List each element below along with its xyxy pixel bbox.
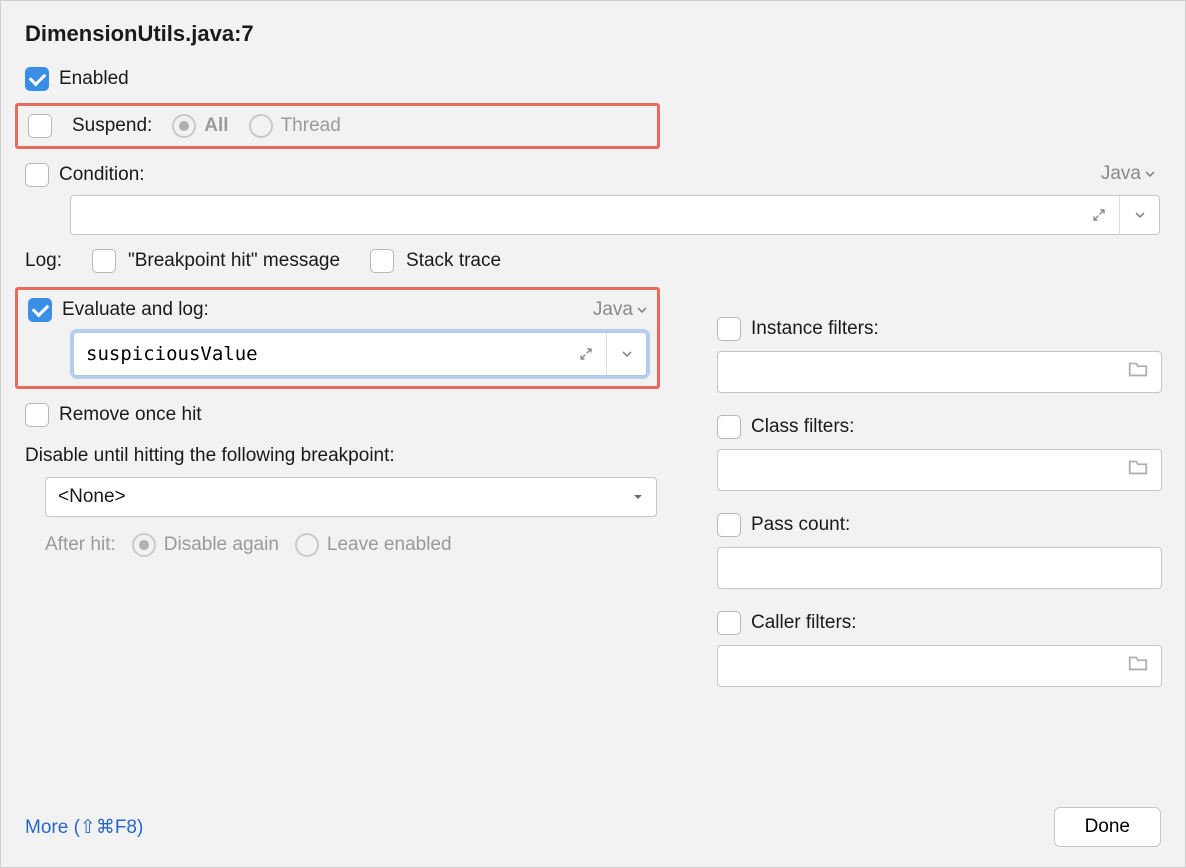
suspend-all-radio[interactable] [172,114,196,138]
condition-language-label: Java [1101,163,1141,185]
pass-count-row: Pass count: [717,513,1162,537]
class-filters-input[interactable] [717,449,1162,491]
caller-filters-checkbox[interactable] [717,611,741,635]
after-hit-disable-radio[interactable] [132,533,156,557]
browse-icon[interactable] [1127,456,1149,484]
after-hit-leave-radio[interactable] [295,533,319,557]
caller-filters-label: Caller filters: [751,612,857,634]
suspend-all-label: All [204,115,228,137]
expand-icon[interactable] [566,333,606,375]
disable-until-label: Disable until hitting the following brea… [25,445,697,467]
condition-input[interactable] [71,204,1079,226]
condition-row: Condition: Java [25,163,697,235]
more-link[interactable]: More (⇧⌘F8) [25,816,143,839]
after-hit-row: After hit: Disable again Leave enabled [45,533,697,557]
caller-filters-row: Caller filters: [717,611,1162,635]
instance-filters-input[interactable] [717,351,1162,393]
breakpoint-settings-panel: DimensionUtils.java:7 Enabled Suspend: A… [0,0,1186,868]
disable-until-select[interactable]: <None> [45,477,657,517]
caller-filters-input[interactable] [717,645,1162,687]
right-column: Instance filters: Class filters: Pass co… [717,317,1162,709]
remove-once-hit-label: Remove once hit [59,404,202,426]
condition-label: Condition: [59,164,145,186]
chevron-down-icon [632,491,644,503]
class-filters-label: Class filters: [751,416,854,438]
remove-once-hit-checkbox[interactable] [25,403,49,427]
evaluate-input[interactable] [74,343,566,365]
condition-history-dropdown[interactable] [1119,196,1159,234]
log-row: Log: "Breakpoint hit" message Stack trac… [25,249,697,273]
after-hit-leave-label: Leave enabled [327,534,452,556]
footer: More (⇧⌘F8) Done [25,807,1161,847]
suspend-checkbox[interactable] [28,114,52,138]
panel-title: DimensionUtils.java:7 [25,21,1161,47]
chevron-down-icon [637,305,647,315]
pass-count-input[interactable] [717,547,1162,589]
evaluate-language-label: Java [593,299,633,321]
pass-count-label: Pass count: [751,514,850,536]
enabled-row: Enabled [25,67,697,91]
disable-until-section: Disable until hitting the following brea… [25,445,697,557]
browse-icon[interactable] [1127,652,1149,680]
bphit-checkbox[interactable] [92,249,116,273]
done-button[interactable]: Done [1054,807,1161,847]
suspend-thread-label: Thread [281,115,341,137]
stack-label: Stack trace [406,250,501,272]
enabled-checkbox[interactable] [25,67,49,91]
evaluate-section: Evaluate and log: Java [15,287,660,389]
condition-language-dropdown[interactable]: Java [1101,163,1155,185]
after-hit-disable-label: Disable again [164,534,279,556]
condition-input-combo [70,195,1160,235]
remove-once-hit-row: Remove once hit [25,403,697,427]
class-filters-row: Class filters: [717,415,1162,439]
pass-count-checkbox[interactable] [717,513,741,537]
left-column: Enabled Suspend: All Thread Condition: [25,67,697,557]
disable-until-value: <None> [58,486,126,508]
instance-filters-row: Instance filters: [717,317,1162,341]
suspend-section: Suspend: All Thread [15,103,660,149]
stack-checkbox[interactable] [370,249,394,273]
evaluate-history-dropdown[interactable] [606,333,646,375]
evaluate-checkbox[interactable] [28,298,52,322]
chevron-down-icon [1145,169,1155,179]
after-hit-label: After hit: [45,534,116,556]
suspend-thread-radio[interactable] [249,114,273,138]
log-label: Log: [25,250,62,272]
evaluate-language-dropdown[interactable]: Java [593,299,647,321]
condition-checkbox[interactable] [25,163,49,187]
expand-icon[interactable] [1079,196,1119,234]
instance-filters-checkbox[interactable] [717,317,741,341]
evaluate-input-combo [73,332,647,376]
enabled-label: Enabled [59,68,129,90]
suspend-label: Suspend: [72,115,152,137]
instance-filters-label: Instance filters: [751,318,879,340]
class-filters-checkbox[interactable] [717,415,741,439]
browse-icon[interactable] [1127,358,1149,386]
bphit-label: "Breakpoint hit" message [128,250,340,272]
evaluate-label: Evaluate and log: [62,299,209,321]
